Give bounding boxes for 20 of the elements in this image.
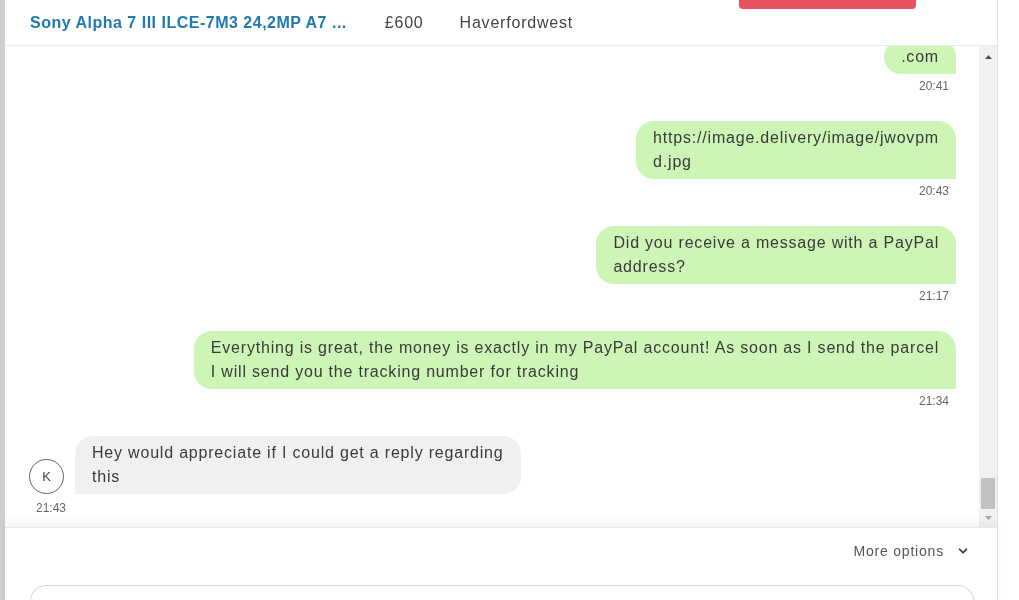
message-time: 21:43 [36,500,67,516]
message-bubble: Did you receive a message with a PayPal address? [596,226,956,284]
message-time: 21:17 [918,288,949,304]
listing-title-link[interactable]: Sony Alpha 7 III ILCE-7M3 24,2MP A7 ... [30,10,347,35]
scroll-up-icon[interactable] [984,55,992,59]
listing-location: Haverfordwest [459,12,574,33]
scrollbar-thumb[interactable] [981,478,995,509]
message-time: 20:43 [918,183,949,199]
message-time: 20:41 [918,78,949,94]
action-button[interactable] [739,0,916,9]
message-bubble: https://image.delivery/image/jwovpm d.jpg [636,121,956,179]
listing-price: £600 [384,12,424,33]
more-options-button[interactable]: More options [853,541,970,561]
message-time: 21:34 [918,393,949,409]
message-bubble: .com [884,46,956,74]
message-bubble: Hey would appreciate if I could get a reply regarding this [75,436,521,494]
avatar: K [29,459,64,494]
message-bubble: Everything is great, the money is exactly in my PayPal account! As soon as I send the parcel I will send you the tracking number for tracking [193,331,956,389]
scroll-down-icon[interactable] [984,516,992,520]
scrollbar[interactable] [979,46,997,527]
